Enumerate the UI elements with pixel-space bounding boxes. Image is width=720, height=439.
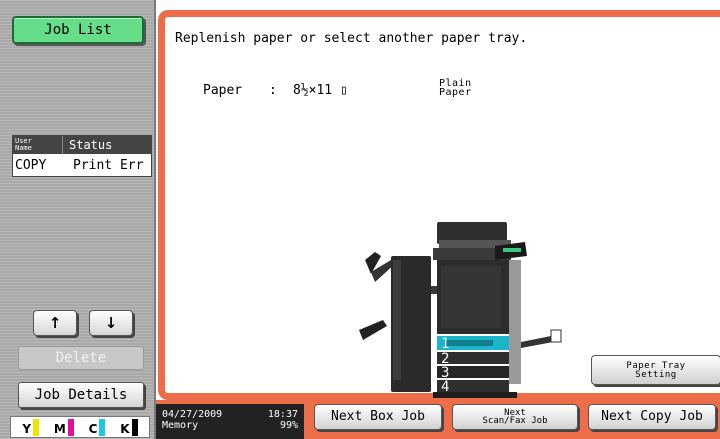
toner-bar (67, 418, 74, 436)
footer-bar: 04/27/2009 18:37 Memory 99% Next Box Job N… (156, 400, 720, 439)
user-name-header: User Name (13, 136, 63, 154)
toner-magenta: M (54, 418, 74, 436)
paper-tray-setting-button[interactable]: Paper Tray Setting (591, 355, 720, 385)
tray-number: 1 (441, 336, 449, 352)
job-user: COPY (15, 157, 47, 173)
job-sidebar: Job List User Name Status COPY Print Err … (0, 0, 156, 439)
scroll-down-button[interactable]: ↓ (89, 310, 133, 336)
toner-bar (99, 418, 106, 436)
scroll-up-button[interactable]: ↑ (33, 310, 77, 336)
current-time: 18:37 (267, 409, 298, 420)
job-details-button[interactable]: Job Details (18, 382, 144, 408)
job-list-button[interactable]: Job List (12, 16, 144, 44)
toner-black: K (120, 418, 138, 436)
toner-cyan: C (89, 418, 106, 436)
main-panel: Replenish paper or select another paper … (158, 10, 720, 400)
next-copy-job-button[interactable]: Next Copy Job (588, 404, 716, 430)
delete-button: Delete (18, 346, 144, 370)
current-date: 04/27/2009 (162, 409, 223, 420)
status-header: Status (69, 138, 113, 152)
error-message: Replenish paper or select another paper … (175, 31, 528, 46)
toner-bar (131, 418, 138, 436)
next-box-job-button[interactable]: Next Box Job (314, 404, 442, 430)
job-table-header: User Name Status (13, 136, 151, 154)
paper-size: 8½×11 ▯ (293, 83, 348, 98)
paper-colon: : (269, 83, 277, 98)
next-scan-fax-job-button[interactable]: Next Scan/Fax Job (452, 404, 578, 430)
paper-label: Paper (203, 83, 243, 98)
up-arrow-icon: ↑ (48, 314, 62, 332)
toner-yellow: Y (22, 418, 40, 436)
memory-label: Memory (162, 420, 199, 431)
date-memory-status: 04/27/2009 18:37 Memory 99% (156, 404, 304, 439)
memory-value: 99% (279, 420, 298, 431)
tray-number: 4 (441, 379, 449, 395)
toner-levels: Y M C K (10, 416, 150, 438)
down-arrow-icon: ↓ (104, 314, 118, 332)
toner-bar (33, 418, 40, 436)
printer-illustration: 1 2 3 4 (359, 222, 562, 398)
table-row[interactable]: COPY Print Err (13, 154, 151, 176)
job-status: Print Err (73, 157, 144, 173)
job-table: User Name Status COPY Print Err (12, 135, 152, 177)
paper-type: Plain Paper (439, 78, 472, 98)
